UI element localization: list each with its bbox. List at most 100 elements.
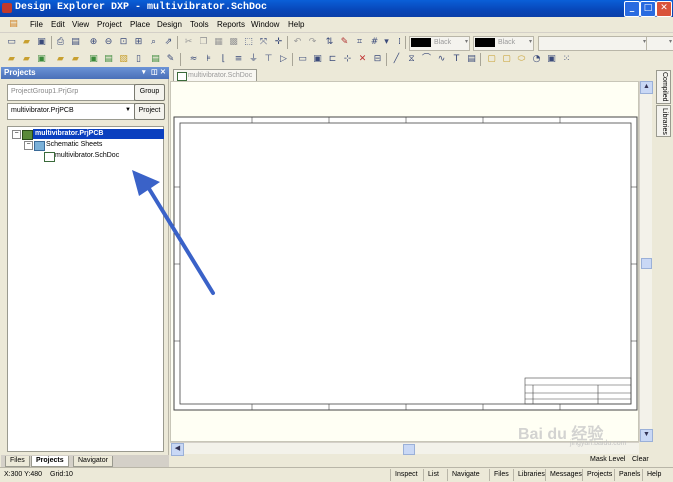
port-icon[interactable]: ▷: [278, 54, 289, 65]
library-icon[interactable]: ▰: [55, 54, 66, 65]
ground-icon[interactable]: ⏚: [248, 54, 259, 65]
panel-close-icon[interactable]: ✕: [160, 68, 166, 76]
line-icon[interactable]: ╱: [391, 54, 402, 65]
menu-edit[interactable]: Edit: [51, 20, 65, 29]
scroll-up-icon[interactable]: ▲: [640, 81, 653, 94]
directive-icon[interactable]: ⊟: [372, 54, 383, 65]
zoom-in-icon[interactable]: ⊕: [88, 37, 99, 48]
project-open-icon[interactable]: ▰: [6, 54, 17, 65]
scroll-thumb[interactable]: [403, 444, 415, 455]
mask-level-button[interactable]: Mask Level: [590, 456, 625, 463]
menu-tools[interactable]: Tools: [190, 20, 209, 29]
bezier-icon[interactable]: ∿: [436, 54, 447, 65]
collapse-icon[interactable]: −: [24, 141, 33, 150]
vertical-scrollbar[interactable]: ▲ ▼: [639, 81, 653, 442]
cut-icon[interactable]: ✂: [183, 37, 194, 48]
schematic-canvas[interactable]: [170, 81, 639, 442]
wire-icon[interactable]: ⌊: [218, 54, 229, 65]
select-icon[interactable]: ⬚: [243, 37, 254, 48]
polygon-icon[interactable]: ⧖: [406, 54, 417, 65]
net-icon[interactable]: ⌗: [354, 37, 365, 48]
import-icon[interactable]: ▧: [118, 54, 129, 65]
net-label-icon[interactable]: ≡: [233, 54, 244, 65]
bus-entry-icon[interactable]: ⊧: [203, 54, 214, 65]
undo-icon[interactable]: ↶: [292, 37, 303, 48]
deselect-icon[interactable]: ⤧: [258, 37, 269, 48]
new-icon[interactable]: ▭: [6, 37, 17, 48]
status-navigate-button[interactable]: Navigate: [447, 469, 484, 481]
status-projects-button[interactable]: Projects: [582, 469, 616, 481]
tree-item-file[interactable]: multivibrator.SchDoc: [55, 151, 119, 161]
text-frame-icon[interactable]: ▤: [466, 54, 477, 65]
pie-icon[interactable]: ◔: [531, 54, 542, 65]
paste-icon[interactable]: ▦: [213, 37, 224, 48]
panel-menu-icon[interactable]: ▾: [142, 68, 146, 76]
project-select[interactable]: multivibrator.PrjPCB ▼: [7, 103, 135, 120]
ellipse-icon[interactable]: ⬭: [516, 54, 527, 65]
project-button[interactable]: Project: [134, 103, 165, 120]
hierarchy-icon[interactable]: ⇅: [324, 37, 335, 48]
minimize-button[interactable]: _: [624, 1, 640, 17]
rectangle-icon[interactable]: ▢: [486, 54, 497, 65]
arc-icon[interactable]: ⌒: [421, 54, 432, 65]
device-sheet-icon[interactable]: ⊏: [327, 54, 338, 65]
save-all-icon[interactable]: ▣: [88, 54, 99, 65]
compile-icon[interactable]: ▣: [36, 54, 47, 65]
status-messages-button[interactable]: Messages: [545, 469, 586, 481]
status-inspect-button[interactable]: Inspect: [390, 469, 422, 481]
sheet-symbol-icon[interactable]: ▭: [297, 54, 308, 65]
group-button[interactable]: Group: [134, 84, 165, 101]
document-icon[interactable]: ▯: [133, 54, 144, 65]
component-icon[interactable]: ▤: [103, 54, 114, 65]
status-panels-button[interactable]: Panels: [614, 469, 644, 481]
rubber-stamp-icon[interactable]: ▩: [228, 37, 239, 48]
print-preview-icon[interactable]: ▤: [70, 37, 81, 48]
print-icon[interactable]: ⎙: [55, 37, 66, 48]
open-icon[interactable]: ▰: [21, 37, 32, 48]
tab-navigator[interactable]: Navigator: [73, 456, 113, 467]
panel-pin-icon[interactable]: ◫: [151, 68, 158, 76]
zoom-area-icon[interactable]: ⊞: [133, 37, 144, 48]
maximize-button[interactable]: □: [640, 1, 656, 17]
menu-view[interactable]: View: [72, 20, 89, 29]
tools-icon[interactable]: ✎: [165, 54, 176, 65]
power-port-icon[interactable]: ⊤: [263, 54, 274, 65]
status-files-button[interactable]: Files: [489, 469, 513, 481]
status-libraries-button[interactable]: Libraries: [513, 469, 549, 481]
move-icon[interactable]: ✛: [273, 37, 284, 48]
grid-dropdown-icon[interactable]: ▾: [381, 37, 392, 48]
tab-projects[interactable]: Projects: [31, 456, 69, 467]
bus-icon[interactable]: ≈: [188, 54, 199, 65]
copy-icon[interactable]: ❐: [198, 37, 209, 48]
text-icon[interactable]: T: [451, 54, 462, 65]
grid-icon[interactable]: #: [369, 37, 380, 48]
save-icon[interactable]: ▣: [36, 37, 47, 48]
workspace-field[interactable]: ProjectGroup1.PrjGrp: [7, 84, 135, 101]
scroll-left-icon[interactable]: ◀: [171, 443, 184, 456]
tab-compiled[interactable]: Compiled: [656, 70, 671, 104]
menu-file[interactable]: File: [30, 20, 43, 29]
tree-item-folder[interactable]: Schematic Sheets: [46, 140, 102, 150]
cross-probe-icon[interactable]: ⌕: [148, 37, 159, 48]
clear-button[interactable]: Clear: [632, 456, 649, 463]
menu-help[interactable]: Help: [288, 20, 304, 29]
array-icon[interactable]: ⁙: [561, 54, 572, 65]
sheet-icon[interactable]: ▤: [150, 54, 161, 65]
menu-project[interactable]: Project: [97, 20, 122, 29]
close-button[interactable]: ✕: [656, 1, 672, 17]
pin-icon[interactable]: ✎: [339, 37, 350, 48]
no-erc-icon[interactable]: ✕: [357, 54, 368, 65]
style-combo[interactable]: ▾: [538, 36, 648, 51]
collapse-icon[interactable]: −: [12, 130, 21, 139]
junction-icon[interactable]: ⊹: [342, 54, 353, 65]
tree-item-project[interactable]: multivibrator.PrjPCB: [33, 129, 164, 139]
menu-window[interactable]: Window: [251, 20, 279, 29]
color-combo-1[interactable]: Black ▾: [409, 36, 470, 51]
round-rectangle-icon[interactable]: ▢: [501, 54, 512, 65]
more-icon[interactable]: ⁞: [394, 37, 405, 48]
zoom-out-icon[interactable]: ⊖: [103, 37, 114, 48]
redo-icon[interactable]: ↷: [307, 37, 318, 48]
status-list-button[interactable]: List: [423, 469, 443, 481]
app-menu-icon[interactable]: ▤: [8, 19, 19, 30]
sheet-entry-icon[interactable]: ▣: [312, 54, 323, 65]
